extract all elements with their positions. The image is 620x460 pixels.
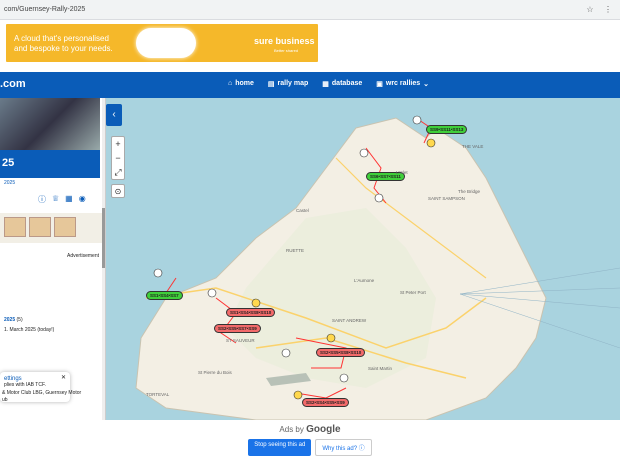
- stage-tag[interactable]: SS9•SS11•SS13: [426, 125, 468, 134]
- meta-year[interactable]: 2025: [4, 317, 15, 323]
- ads-by-label: Ads by Google: [279, 424, 341, 435]
- map-icon: ▤: [267, 81, 275, 88]
- sidebar: 25 2025 ⓘ ♕ ▦ ◉ Advertisement 2025 (5) 1…: [0, 98, 106, 420]
- map-canvas: [135, 115, 620, 420]
- stage-tag[interactable]: SS2•SS4•SS5•SS9: [302, 398, 349, 407]
- place-label: TORTEVAL: [146, 392, 170, 397]
- place-label: THE VALE: [462, 144, 484, 149]
- nav-menu: ⌂ home ▤ rally map ▦ database ▣ wrc rallies ⌄: [228, 80, 429, 88]
- place-label: SAINT ANDREW: [332, 318, 367, 323]
- nav-rally-map[interactable]: ▤ rally map: [268, 80, 308, 88]
- sidebar-icons: ⓘ ♕ ▦ ◉: [0, 188, 105, 205]
- meta-line: 2025 (5): [0, 315, 105, 325]
- place-label: Saint Martin: [368, 366, 393, 371]
- ad-brand-sub: Better shared: [274, 48, 299, 53]
- stage-tag[interactable]: SS1•SS4•SS7: [146, 291, 183, 300]
- zoom-control: + − ⤢: [111, 136, 125, 180]
- stage-tag[interactable]: SS1•SS4•SS8•SS10: [226, 308, 276, 317]
- trophy-icon[interactable]: ♕: [52, 194, 59, 205]
- locate-button[interactable]: ⊙: [111, 184, 125, 198]
- footer-line1: & Motor Club LBG, Guernsey Motor: [2, 390, 82, 396]
- site-logo[interactable]: .com: [0, 78, 26, 90]
- why-this-ad-button[interactable]: Why this ad? ⓘ: [315, 439, 372, 456]
- place-label: L'Aumone: [354, 278, 375, 283]
- calendar-icon[interactable]: ▦: [65, 194, 73, 205]
- ad-brand: sure business: [254, 36, 315, 46]
- chevron-down-icon: ⌄: [423, 81, 430, 88]
- nav-home[interactable]: ⌂ home: [228, 80, 254, 88]
- browser-url-bar[interactable]: com/Guernsey-Rally-2025 ☆ ⋮: [0, 0, 620, 20]
- sidebar-scrollbar[interactable]: [102, 98, 105, 420]
- wrc-icon: ▣: [376, 81, 383, 88]
- place-label: ST SAUVEUR: [226, 338, 255, 343]
- cloud-image: [136, 28, 196, 58]
- zoom-out-button[interactable]: −: [112, 151, 124, 165]
- menu-icon[interactable]: ⋮: [602, 4, 614, 16]
- stage-tag[interactable]: SS2•SS5•SS8•SS10: [316, 348, 366, 357]
- database-icon: ▦: [322, 81, 329, 88]
- top-ad: A cloud that's personalised and bespoke t…: [0, 20, 620, 70]
- place-label: SAINT SAMPSON: [428, 196, 465, 201]
- fullscreen-icon[interactable]: ⤢: [112, 165, 124, 179]
- stop-seeing-ad-button[interactable]: Stop seeing this ad: [248, 439, 312, 456]
- rally-title: 25: [0, 150, 100, 178]
- place-label: RUETTE: [286, 248, 304, 253]
- nav-database[interactable]: ▦ database: [322, 80, 362, 88]
- url-text[interactable]: com/Guernsey-Rally-2025: [4, 6, 584, 13]
- place-label: St Peter Port: [400, 290, 426, 295]
- zoom-in-button[interactable]: +: [112, 137, 124, 151]
- ad-line2: and bespoke to your needs.: [14, 44, 113, 53]
- footer-line2: ub: [2, 397, 8, 403]
- top-nav: .com ⌂ home ▤ rally map ▦ database ▣ wrc ral…: [0, 72, 620, 98]
- place-label: L'Islet: [396, 170, 408, 175]
- popup-body: plies with IAB TCF.: [4, 382, 46, 388]
- meta-count: (5): [16, 317, 23, 323]
- rally-map[interactable]: SS9•SS11•SS13 SS6•SS7•SS11 SS1•SS4•SS7 S…: [106, 98, 620, 420]
- rally-photo: [0, 98, 100, 150]
- close-icon[interactable]: ✕: [61, 374, 66, 381]
- meta-date: 1. March 2025 (today!): [4, 327, 55, 333]
- place-label: The Bridge: [458, 189, 481, 194]
- advertisement-label: Advertisement: [67, 253, 99, 259]
- sidebar-ad[interactable]: [0, 213, 105, 243]
- collapse-sidebar-button[interactable]: ‹: [106, 104, 122, 126]
- target-icon[interactable]: ◉: [79, 194, 86, 205]
- stage-tag[interactable]: SS2•SS5•SS7•SS9: [214, 324, 261, 333]
- place-label: Castel: [296, 208, 309, 213]
- info-icon[interactable]: ⓘ: [38, 194, 46, 205]
- star-icon[interactable]: ☆: [584, 4, 596, 16]
- nav-wrc-rallies[interactable]: ▣ wrc rallies ⌄: [376, 80, 429, 88]
- ad-banner[interactable]: A cloud that's personalised and bespoke t…: [6, 24, 318, 62]
- home-icon: ⌂: [228, 80, 233, 87]
- google-logo: Google: [306, 424, 341, 435]
- sidebar-footer: & Motor Club LBG, Guernsey Motor ub: [0, 390, 83, 404]
- place-label: St Pierre du Bois: [198, 370, 232, 375]
- rally-date[interactable]: 2025: [0, 178, 105, 188]
- bottom-ad: Ads by Google Stop seeing this ad Why th…: [0, 420, 620, 460]
- ad-line1: A cloud that's personalised: [14, 34, 109, 43]
